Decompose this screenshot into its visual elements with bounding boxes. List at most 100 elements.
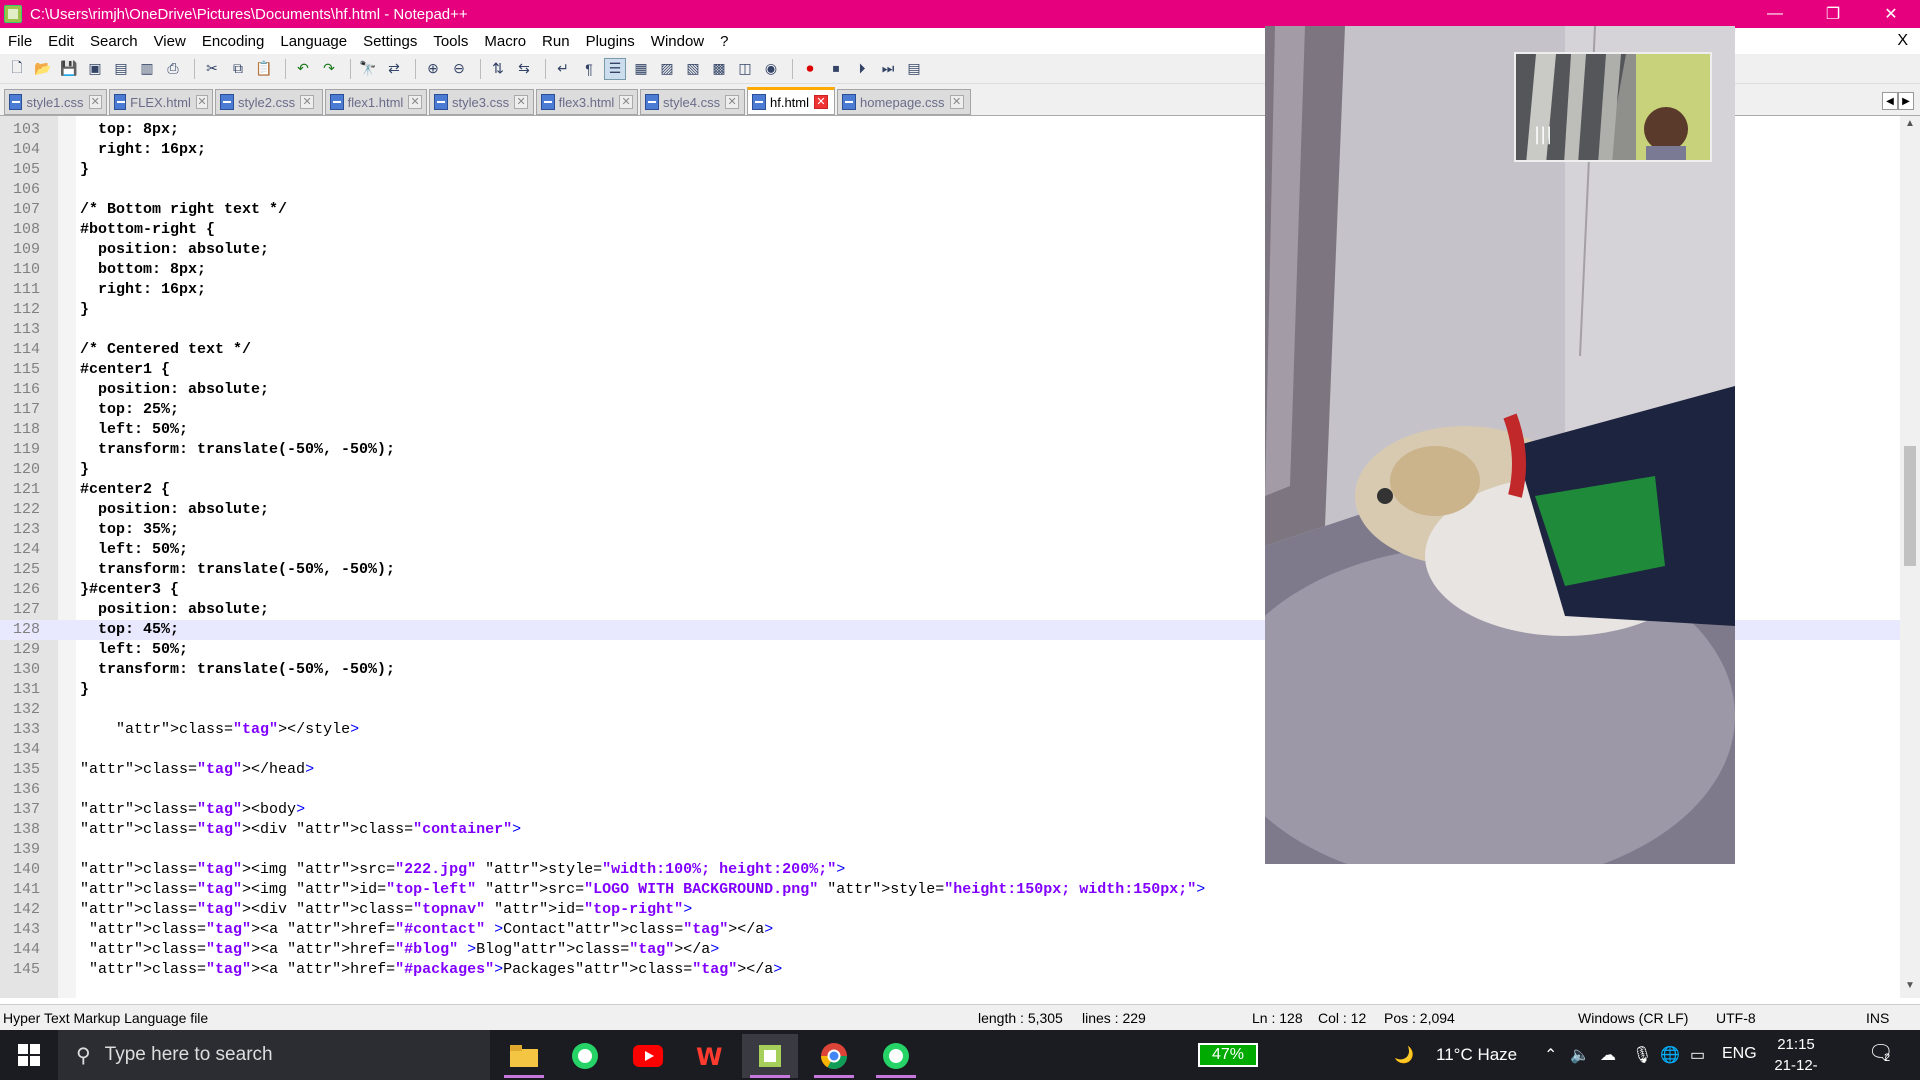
tab-style1-css[interactable]: style1.css ✕: [4, 89, 107, 115]
code-line[interactable]: 143 "attr">class="tag"><a "attr">href="#…: [0, 920, 1900, 940]
menu-help[interactable]: ?: [712, 33, 736, 50]
redo-icon[interactable]: ↷: [318, 58, 340, 80]
start-button[interactable]: [0, 1030, 58, 1080]
weather-text[interactable]: 11°C Haze: [1436, 1045, 1517, 1065]
zoom-in-icon[interactable]: ⊕: [422, 58, 444, 80]
youtube-app[interactable]: [620, 1034, 676, 1078]
line-text[interactable]: "attr">class="tag"><img "attr">id="top-l…: [80, 880, 1205, 900]
save-macro-icon[interactable]: ▤: [903, 58, 925, 80]
line-text[interactable]: position: absolute;: [80, 600, 269, 620]
line-text[interactable]: #center1 {: [80, 360, 170, 380]
menu-window[interactable]: Window: [643, 33, 712, 50]
code-line[interactable]: 141 "attr">class="tag"><img "attr">id="to…: [0, 880, 1900, 900]
tab-homepage-css[interactable]: homepage.css ✕: [837, 89, 971, 115]
line-text[interactable]: transform: translate(-50%, -50%);: [80, 560, 395, 580]
code-line[interactable]: 144 "attr">class="tag"><a "attr">href="#…: [0, 940, 1900, 960]
show-all-characters-icon[interactable]: ¶: [578, 58, 600, 80]
line-text[interactable]: }#center3 {: [80, 580, 179, 600]
file-explorer-app[interactable]: [496, 1034, 552, 1078]
onedrive-icon[interactable]: ☁: [1600, 1045, 1616, 1065]
show-hidden-icons-icon[interactable]: ⌃: [1544, 1045, 1557, 1065]
menu-encoding[interactable]: Encoding: [194, 33, 273, 50]
line-text[interactable]: bottom: 8px;: [80, 260, 206, 280]
save-all-icon[interactable]: ▣: [84, 58, 106, 80]
indent-guide-icon[interactable]: ☰: [604, 57, 626, 80]
close-tab-icon[interactable]: ✕: [725, 95, 740, 109]
word-wrap-icon[interactable]: ↵: [552, 58, 574, 80]
line-text[interactable]: "attr">class="tag"><div "attr">class="to…: [80, 900, 692, 920]
run-macro-multiple-icon[interactable]: ⏭: [877, 58, 899, 80]
line-text[interactable]: "attr">class="tag"><img "attr">src="222.…: [80, 860, 845, 880]
close-all-icon[interactable]: ▥: [136, 58, 158, 80]
line-text[interactable]: top: 8px;: [80, 120, 179, 140]
line-text[interactable]: left: 50%;: [80, 420, 188, 440]
menu-settings[interactable]: Settings: [355, 33, 425, 50]
stop-macro-icon[interactable]: ⏹: [825, 58, 847, 80]
tab-flex3-html[interactable]: flex3.html ✕: [536, 89, 638, 115]
scroll-down-icon[interactable]: ▼: [1900, 980, 1920, 998]
line-text[interactable]: position: absolute;: [80, 380, 269, 400]
monitoring-icon[interactable]: ◫: [734, 58, 756, 80]
menu-plugins[interactable]: Plugins: [578, 33, 643, 50]
close-tab-icon[interactable]: ✕: [814, 95, 829, 109]
close-tab-icon[interactable]: ✕: [195, 95, 208, 109]
sync-vertical-icon[interactable]: ⇅: [487, 58, 509, 80]
close-tab-icon[interactable]: ✕: [300, 95, 315, 109]
language-define-icon[interactable]: ▦: [630, 58, 652, 80]
line-text[interactable]: right: 16px;: [80, 280, 206, 300]
line-text[interactable]: "attr">class="tag"></style>: [80, 720, 359, 740]
tab-style2-css[interactable]: style2.css ✕: [215, 89, 323, 115]
tab-style4-css[interactable]: style4.css ✕: [640, 89, 745, 115]
line-text[interactable]: }: [80, 680, 89, 700]
line-text[interactable]: /* Bottom right text */: [80, 200, 287, 220]
speaker-icon[interactable]: 🔈: [1570, 1045, 1590, 1065]
menu-file[interactable]: File: [0, 33, 40, 50]
line-text[interactable]: position: absolute;: [80, 500, 269, 520]
line-text[interactable]: }: [80, 160, 89, 180]
cut-icon[interactable]: ✂: [201, 58, 223, 80]
new-file-icon[interactable]: 🗋: [6, 58, 28, 80]
restore-button[interactable]: ❐: [1804, 0, 1862, 28]
notepad-plus-plus-app[interactable]: [742, 1034, 798, 1078]
line-text[interactable]: }: [80, 460, 89, 480]
undo-icon[interactable]: ↶: [292, 58, 314, 80]
line-text[interactable]: #center2 {: [80, 480, 170, 500]
line-text[interactable]: "attr">class="tag"><a "attr">href="#blog…: [80, 940, 719, 960]
close-button[interactable]: ✕: [1862, 0, 1920, 28]
self-view-video[interactable]: |||: [1514, 52, 1712, 162]
menu-edit[interactable]: Edit: [40, 33, 82, 50]
tab-hf-html[interactable]: hf.html ✕: [747, 87, 835, 115]
chrome-app[interactable]: [806, 1034, 862, 1078]
close-tab-icon[interactable]: ✕: [514, 95, 529, 109]
function-list-icon[interactable]: ▧: [682, 58, 704, 80]
menu-language[interactable]: Language: [272, 33, 355, 50]
language-indicator[interactable]: ENG: [1722, 1045, 1757, 1063]
line-text[interactable]: "attr">class="tag"><body>: [80, 800, 305, 820]
eye-icon[interactable]: ◉: [760, 58, 782, 80]
tab-style3-css[interactable]: style3.css ✕: [429, 89, 534, 115]
print-icon[interactable]: ⎙: [162, 58, 184, 80]
tab-scroll-right-icon[interactable]: ▶: [1898, 92, 1914, 110]
network-icon[interactable]: 🌐: [1660, 1045, 1680, 1065]
save-icon[interactable]: 💾: [58, 58, 80, 80]
line-text[interactable]: "attr">class="tag"><div "attr">class="co…: [80, 820, 521, 840]
line-text[interactable]: /* Centered text */: [80, 340, 251, 360]
replace-icon[interactable]: ⇄: [383, 58, 405, 80]
close-tab-icon[interactable]: ✕: [619, 95, 633, 109]
sync-horizontal-icon[interactable]: ⇆: [513, 58, 535, 80]
folder-workspace-icon[interactable]: ▩: [708, 58, 730, 80]
line-text[interactable]: "attr">class="tag"><a "attr">href="#pack…: [80, 960, 782, 980]
scrollbar-thumb[interactable]: [1904, 446, 1916, 566]
close-document-button[interactable]: X: [1897, 32, 1908, 50]
line-text[interactable]: right: 16px;: [80, 140, 206, 160]
line-text[interactable]: top: 45%;: [80, 620, 179, 640]
tab-scroll-left-icon[interactable]: ◀: [1882, 92, 1898, 110]
line-text[interactable]: transform: translate(-50%, -50%);: [80, 660, 395, 680]
line-text[interactable]: top: 25%;: [80, 400, 179, 420]
menu-tools[interactable]: Tools: [425, 33, 476, 50]
tab-flex1-html[interactable]: flex1.html ✕: [325, 89, 427, 115]
line-text[interactable]: "attr">class="tag"></head>: [80, 760, 314, 780]
status-encoding[interactable]: UTF-8: [1716, 1010, 1756, 1026]
close-tab-icon[interactable]: ✕: [408, 95, 422, 109]
menu-run[interactable]: Run: [534, 33, 578, 50]
